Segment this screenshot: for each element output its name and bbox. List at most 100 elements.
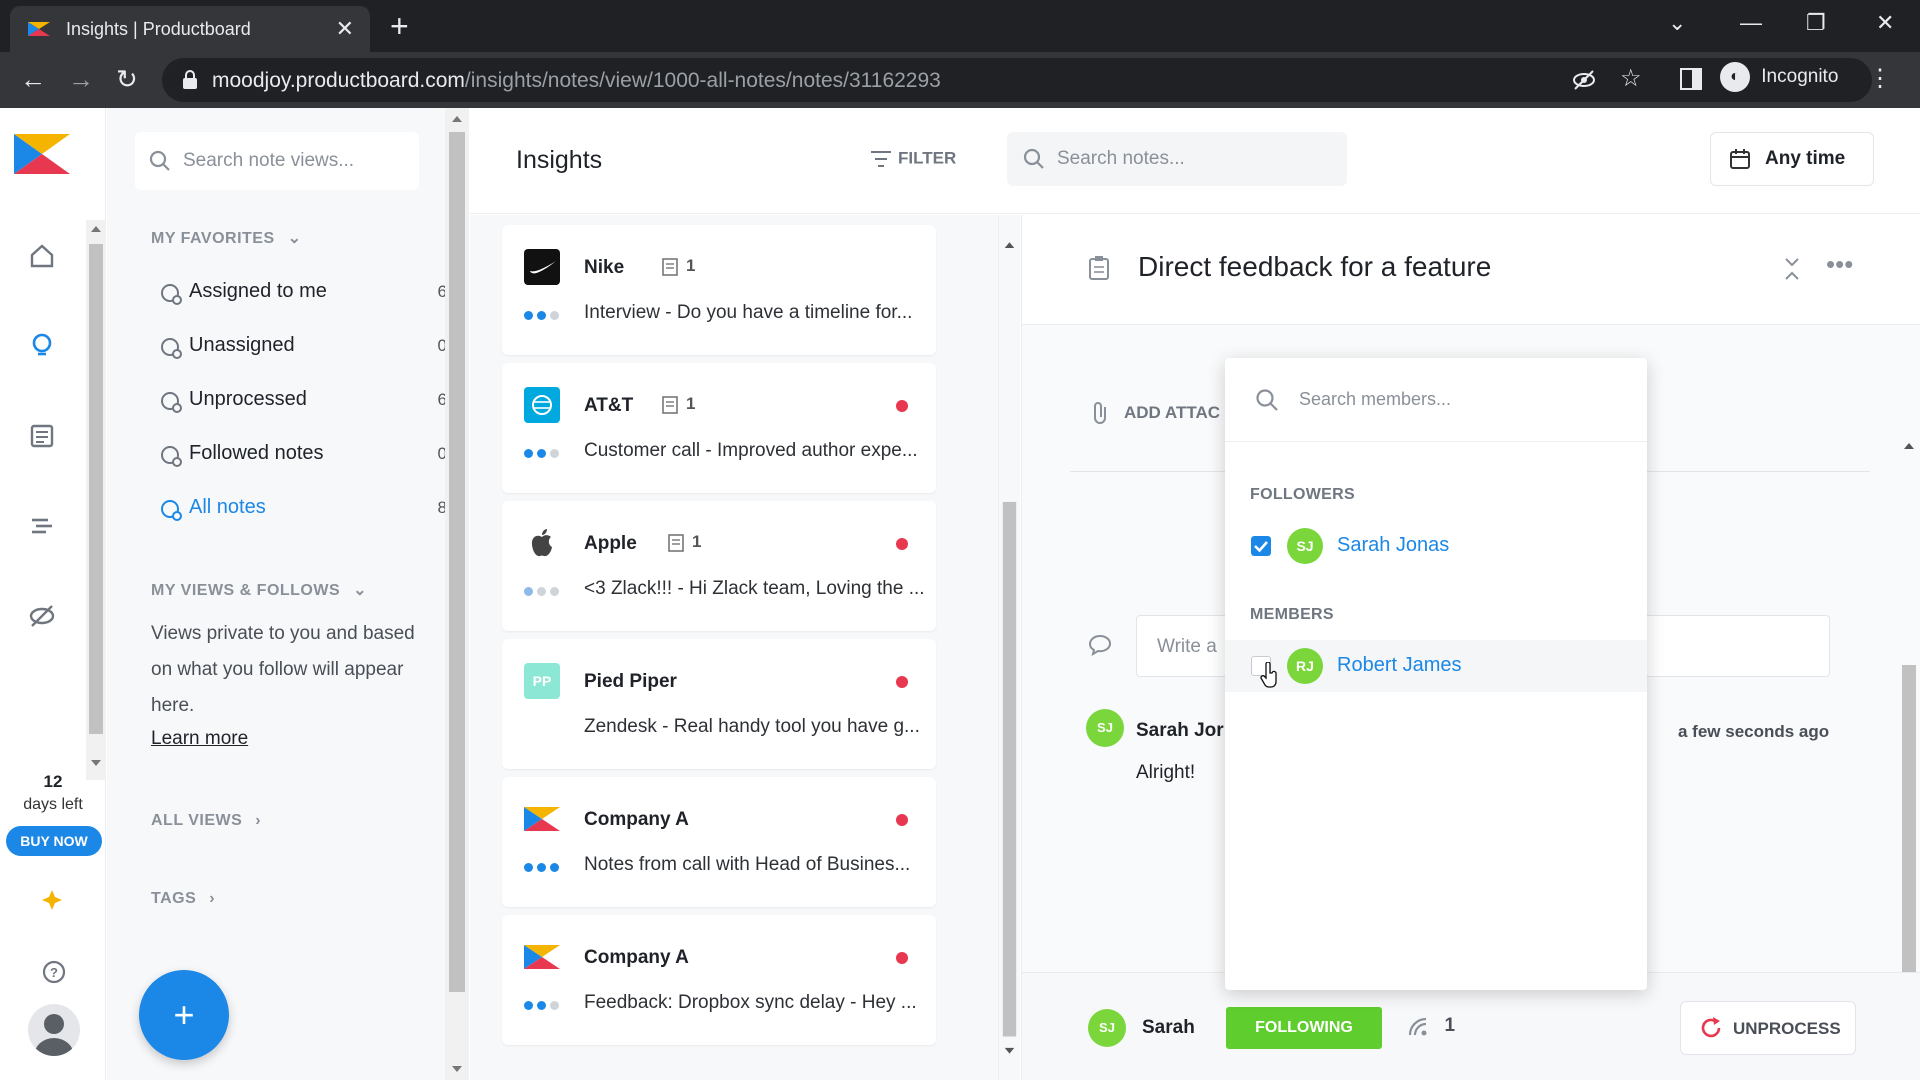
notes-list-scrollbar[interactable] <box>998 215 1020 1080</box>
sidebar-item-unprocessed[interactable]: Unprocessed 6 <box>151 380 447 420</box>
productboard-favicon <box>28 22 50 36</box>
paperclip-icon <box>1094 402 1106 424</box>
sidebar-scrollbar[interactable] <box>445 108 469 1080</box>
followers-count-button[interactable]: 1 <box>1406 1015 1455 1037</box>
owner-avatar[interactable]: SJ <box>1088 1009 1126 1047</box>
back-icon[interactable]: ← <box>20 64 46 95</box>
trial-days-count: 12 <box>43 772 63 791</box>
filter-button[interactable]: FILTER <box>870 148 956 169</box>
help-icon[interactable]: ? <box>40 958 68 986</box>
add-attachment-button[interactable]: ADD ATTAC <box>1090 401 1220 425</box>
user-avatar[interactable] <box>28 1004 80 1056</box>
buy-now-button[interactable]: BUY NOW <box>6 826 102 856</box>
note-views-search-input[interactable] <box>183 144 411 178</box>
note-card[interactable]: Company A Feedback: Dropbox sync delay -… <box>502 915 936 1045</box>
note-card[interactable]: AT&T 1 Customer call - Improved author e… <box>502 363 936 493</box>
tab-title: Insights | Productboard <box>66 19 251 39</box>
note-company: Nike <box>584 257 625 278</box>
tags-heading[interactable]: TAGS › <box>151 890 215 908</box>
close-tab-icon[interactable]: ✕ <box>336 16 354 42</box>
home-icon[interactable] <box>28 242 56 270</box>
note-progress-dots <box>524 449 564 459</box>
unread-indicator <box>896 400 908 412</box>
minimize-icon[interactable]: — <box>1740 10 1762 36</box>
more-options-icon[interactable]: ••• <box>1826 249 1853 280</box>
member-avatar: SJ <box>1287 528 1323 564</box>
note-card[interactable]: Company A Notes from call with Head of B… <box>502 777 936 907</box>
portal-hidden-icon[interactable] <box>28 602 56 630</box>
comment-timestamp: a few seconds ago <box>1678 722 1830 741</box>
search-icon <box>1256 389 1278 411</box>
learn-more-link[interactable]: Learn more <box>151 728 248 750</box>
rail-scrollbar[interactable] <box>86 220 106 780</box>
unread-indicator <box>896 952 908 964</box>
forward-icon[interactable]: → <box>68 64 94 95</box>
followers-icon <box>1408 1017 1427 1036</box>
side-panel-icon[interactable] <box>1680 68 1702 90</box>
member-name: Sarah Jonas <box>1337 534 1450 556</box>
reload-icon[interactable]: ↻ <box>116 64 138 95</box>
sparkle-icon[interactable] <box>38 886 66 914</box>
note-document-icon <box>1089 256 1109 280</box>
note-title[interactable]: Direct feedback for a feature <box>1138 251 1491 283</box>
unprocess-button[interactable]: UNPROCESS <box>1680 1001 1856 1055</box>
chevron-right-icon: › <box>255 812 262 829</box>
date-filter-button[interactable]: Any time <box>1710 132 1874 186</box>
nike-logo <box>524 249 560 285</box>
sidebar-item-all-notes[interactable]: All notes 8 <box>151 488 447 528</box>
new-tab-icon[interactable]: + <box>390 8 409 45</box>
view-icon <box>161 392 182 413</box>
note-views-sidebar: MY FAVORITES ⌄ Assigned to me 6 Unassign… <box>107 108 469 1080</box>
followers-dropdown: FOLLOWERS SJ Sarah Jonas MEMBERS RJ Robe… <box>1225 358 1647 990</box>
member-avatar: RJ <box>1287 648 1323 684</box>
browser-tab[interactable]: Insights | Productboard ✕ <box>10 6 370 52</box>
following-button[interactable]: FOLLOWING <box>1226 1007 1382 1049</box>
note-doc-count: 1 <box>662 394 702 416</box>
checked-checkbox[interactable] <box>1251 536 1271 556</box>
comment-icon <box>1088 634 1112 657</box>
att-logo <box>524 387 560 423</box>
features-board-icon[interactable] <box>28 422 56 450</box>
members-heading: MEMBERS <box>1250 606 1334 623</box>
collapse-icon[interactable] <box>1782 257 1802 281</box>
note-progress-dots <box>524 311 564 321</box>
incognito-indicator[interactable]: ◐ Incognito <box>1720 62 1838 92</box>
address-bar[interactable]: moodjoy.productboard.com/insights/notes/… <box>162 58 1872 102</box>
notes-search-input[interactable] <box>1057 143 1337 175</box>
roadmap-icon[interactable] <box>28 512 56 540</box>
favorites-heading[interactable]: MY FAVORITES ⌄ <box>151 228 302 248</box>
note-card[interactable]: PP Pied Piper Zendesk - Real handy tool … <box>502 639 936 769</box>
browser-menu-icon[interactable]: ⋮ <box>1868 64 1892 93</box>
document-icon <box>662 396 678 414</box>
window-close-icon[interactable]: ✕ <box>1876 10 1894 36</box>
company-a-logo <box>524 939 560 975</box>
sidebar-item-assigned-to-me[interactable]: Assigned to me 6 <box>151 272 447 312</box>
eye-off-icon[interactable] <box>1572 68 1596 92</box>
bookmark-star-icon[interactable]: ☆ <box>1620 64 1642 93</box>
follower-row[interactable]: SJ Sarah Jonas <box>1225 520 1647 572</box>
all-views-heading[interactable]: ALL VIEWS › <box>151 812 261 830</box>
add-note-button[interactable]: + <box>139 970 229 1060</box>
restore-icon[interactable]: ❐ <box>1806 10 1826 36</box>
unread-indicator <box>896 538 908 550</box>
members-search-input[interactable] <box>1299 382 1619 416</box>
comment-text: Alright! <box>1136 762 1196 783</box>
note-card[interactable]: Apple 1 <3 Zlack!!! - Hi Zlack team, Lov… <box>502 501 936 631</box>
browser-toolbar: ← → ↻ moodjoy.productboard.com/insights/… <box>0 52 1920 108</box>
sidebar-item-followed-notes[interactable]: Followed notes 0 <box>151 434 447 474</box>
note-card[interactable]: Nike 1 Interview - Do you have a timelin… <box>502 225 936 355</box>
browser-tab-bar: Insights | Productboard ✕ + ⌄ — ❐ ✕ <box>0 0 1920 52</box>
productboard-logo[interactable] <box>14 134 70 174</box>
member-row[interactable]: RJ Robert James <box>1225 640 1647 692</box>
view-icon <box>161 338 182 359</box>
views-follows-heading[interactable]: MY VIEWS & FOLLOWS ⌄ <box>151 580 367 600</box>
pied-piper-logo: PP <box>524 663 560 699</box>
user-silhouette-icon <box>34 1014 74 1056</box>
insights-lightbulb-icon[interactable] <box>28 332 56 360</box>
unread-indicator <box>896 676 908 688</box>
sidebar-item-unassigned[interactable]: Unassigned 0 <box>151 326 447 366</box>
document-icon <box>668 534 684 552</box>
tab-search-icon[interactable]: ⌄ <box>1668 10 1686 36</box>
apple-logo <box>524 525 560 561</box>
owner-name[interactable]: Sarah <box>1142 1017 1195 1039</box>
